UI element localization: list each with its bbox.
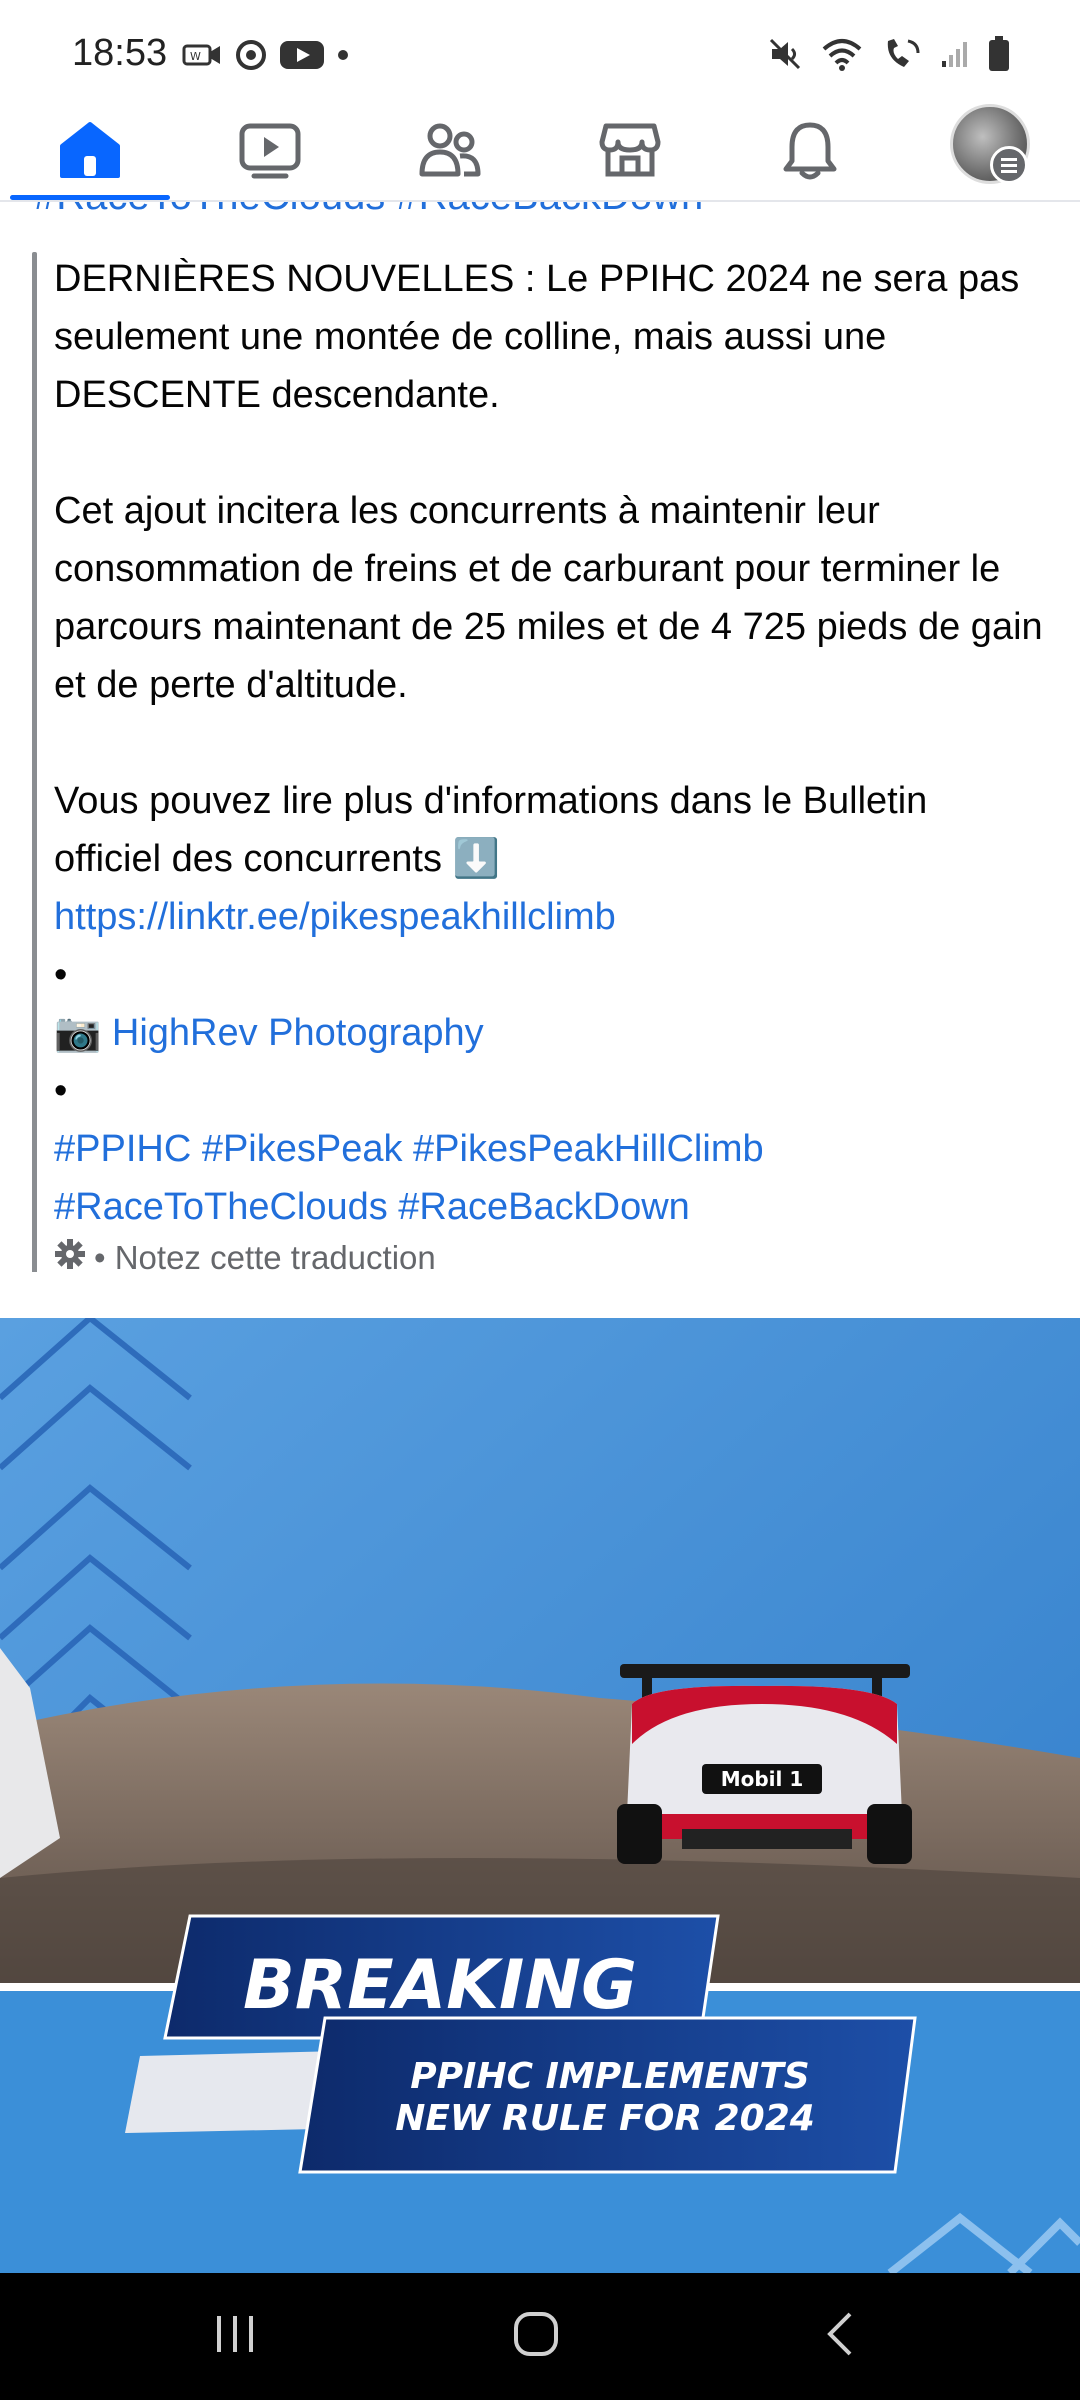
menu-icon[interactable] [990,146,1028,184]
home-button[interactable] [456,2273,616,2400]
call-icon [882,37,922,71]
signal-icon [940,39,970,69]
post-link[interactable]: https://linktr.ee/pikespeakhillclimb [54,896,616,938]
photo-credit-link[interactable]: HighRev Photography [112,1012,484,1054]
divider [0,1272,1080,1318]
hashtags-line-1[interactable]: #PPIHC #PikesPeak #PikesPeakHillClimb [54,1120,1044,1178]
tab-home[interactable] [30,100,150,200]
recents-icon [213,2312,257,2361]
post-image[interactable]: Mobil 1 BREAKING PPIHC IMPLEMENTS NEW RU… [0,1318,1080,2273]
hashtags-cut-off[interactable]: #RaceToTheClouds #RaceBackDown [34,202,703,219]
friends-icon [416,120,484,180]
video-icon [238,120,302,180]
dot-icon [336,48,350,62]
bell-icon [780,119,840,181]
sync-icon [234,38,268,72]
system-nav-bar [0,2273,1080,2400]
translation-rating[interactable]: • Notez cette traduction [54,1238,436,1272]
post-paragraph-3: Vous pouvez lire plus d'informations dan… [54,780,928,880]
status-bar: 18:53 W [0,0,1080,100]
mute-icon [768,37,802,71]
battery-icon [988,36,1010,72]
tab-friends[interactable] [390,100,510,200]
top-tab-bar [0,100,1080,202]
active-tab-indicator [10,195,170,200]
bullet: • [54,1070,68,1112]
post-paragraph-1: DERNIÈRES NOUVELLES : Le PPIHC 2024 ne s… [54,258,1020,416]
svg-text:W: W [190,50,201,63]
camera-icon: 📷 [54,1012,102,1054]
subheadline-line-1: PPIHC IMPLEMENTS [410,2056,809,2097]
back-button[interactable] [760,2273,920,2400]
hashtags-line-2[interactable]: #RaceToTheClouds #RaceBackDown [54,1178,1044,1236]
tab-video[interactable] [210,100,330,200]
post-content: #RaceToTheClouds #RaceBackDown DERNIÈRES… [0,202,1080,1272]
recents-button[interactable] [155,2273,315,2400]
post-text: DERNIÈRES NOUVELLES : Le PPIHC 2024 ne s… [54,250,1044,1236]
bullet: • [54,954,68,996]
post-paragraph-2: Cet ajout incitera les concurrents à mai… [54,490,1043,706]
wifi-icon [820,37,864,71]
status-time: 18:53 [72,32,168,74]
gear-icon [54,1238,86,1272]
car-sponsor-text: Mobil 1 [721,1767,804,1791]
translation-note: • Notez cette traduction [94,1239,436,1272]
breaking-headline: BREAKING [243,1946,637,2025]
wifi-calling-icon: W [182,40,222,70]
home-icon [58,120,122,180]
back-icon [820,2310,860,2363]
tab-marketplace[interactable] [570,100,690,200]
subheadline-line-2: NEW RULE FOR 2024 [395,2098,815,2139]
youtube-icon [280,39,324,71]
home-button-icon [512,2310,560,2363]
marketplace-icon [598,120,662,180]
quote-bar [32,252,37,1272]
tab-notifications[interactable] [750,100,870,200]
